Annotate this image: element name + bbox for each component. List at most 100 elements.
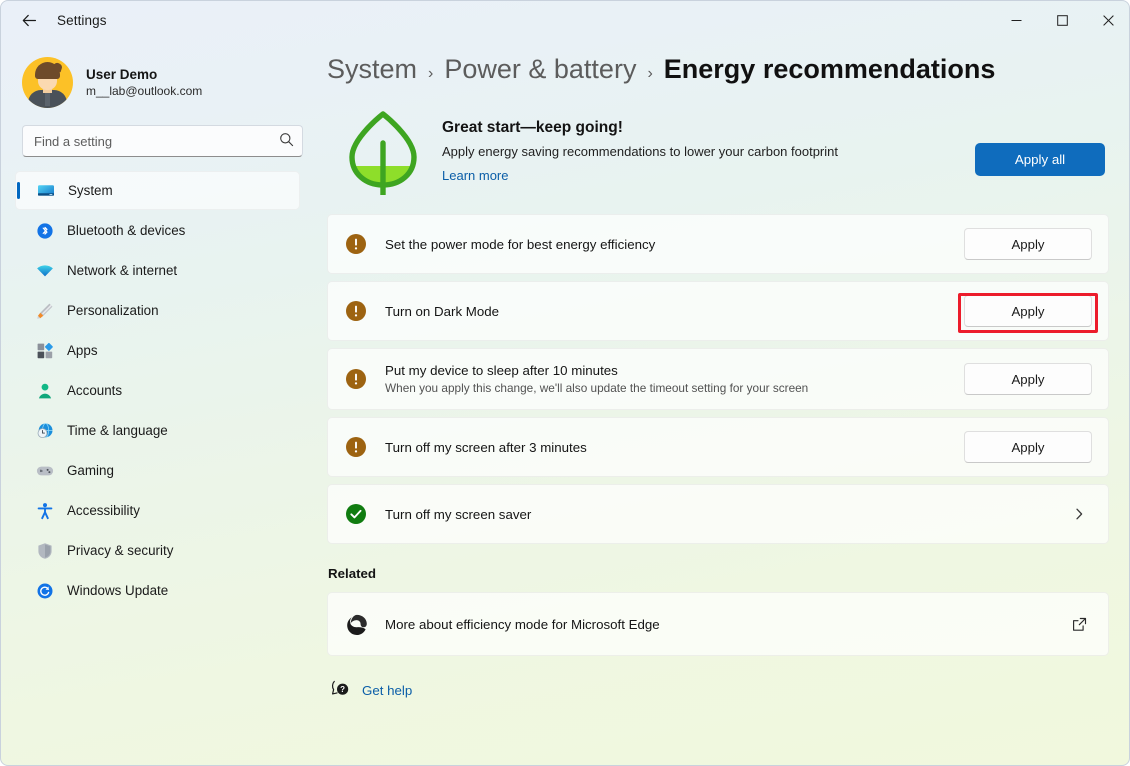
sidebar-nav: System Bluetooth & devices Network & int…: [15, 171, 300, 610]
clock-globe-icon: [35, 421, 54, 440]
learn-more-link[interactable]: Learn more: [442, 168, 508, 183]
minimize-icon: [1011, 19, 1021, 21]
warning-exclamation-icon: [345, 368, 367, 390]
sidebar-item-bluetooth-devices[interactable]: Bluetooth & devices: [15, 211, 300, 250]
monitor-icon: [36, 181, 55, 200]
recommendation-row: Set the power mode for best energy effic…: [327, 214, 1109, 274]
sidebar-item-apps[interactable]: Apps: [15, 331, 300, 370]
gamepad-icon: [35, 461, 54, 480]
hero-text: Great start—keep going! Apply energy sav…: [427, 106, 975, 185]
recommendation-title: Turn on Dark Mode: [385, 303, 500, 319]
recommendation-title: Put my device to sleep after 10 minutes: [385, 363, 618, 378]
search-container: [22, 125, 303, 157]
sidebar-item-label: Personalization: [67, 303, 159, 318]
sidebar-item-label: Bluetooth & devices: [67, 223, 186, 238]
sidebar-item-label: Gaming: [67, 463, 114, 478]
sidebar-item-system[interactable]: System: [15, 171, 300, 210]
apply-button[interactable]: Apply: [964, 363, 1092, 395]
back-arrow-icon: [22, 14, 36, 26]
recommendation-body: Turn off my screen saver: [367, 507, 1066, 522]
sidebar: User Demo m__lab@outlook.com Find a sett…: [1, 39, 314, 765]
sidebar-item-label: Accounts: [67, 383, 123, 398]
recommendation-body: Turn on Dark Mode: [367, 304, 964, 319]
recommendation-body: Set the power mode for best energy effic…: [367, 237, 964, 252]
energy-hero: Great start—keep going! Apply energy sav…: [327, 101, 1109, 212]
apply-button[interactable]: Apply: [964, 431, 1092, 463]
external-link-icon: [1066, 611, 1092, 637]
person-icon: [35, 381, 54, 400]
hero-subtitle: Apply energy saving recommendations to l…: [442, 144, 838, 159]
breadcrumb-power-battery[interactable]: Power & battery: [444, 54, 636, 85]
sidebar-item-label: Privacy & security: [67, 543, 174, 558]
breadcrumb: System › Power & battery › Energy recomm…: [327, 39, 1109, 101]
main-content: System › Power & battery › Energy recomm…: [314, 39, 1129, 765]
bluetooth-icon: [35, 221, 54, 240]
apps-grid-icon: [35, 341, 54, 360]
sidebar-item-windows-update[interactable]: Windows Update: [15, 571, 300, 610]
recommendations-list: Set the power mode for best energy effic…: [327, 214, 1109, 544]
related-heading: Related: [328, 566, 377, 581]
sidebar-item-accounts[interactable]: Accounts: [15, 371, 300, 410]
recommendation-description: When you apply this change, we'll also u…: [385, 381, 809, 395]
warning-exclamation-icon: [345, 436, 367, 458]
chevron-right-icon: ›: [428, 65, 434, 82]
window-title: Settings: [57, 12, 107, 28]
shield-icon: [35, 541, 54, 560]
get-help-link[interactable]: ? Get help: [331, 678, 412, 702]
maximize-button[interactable]: [1039, 1, 1085, 39]
update-refresh-icon: [35, 581, 54, 600]
recommendation-title: Set the power mode for best energy effic…: [385, 236, 656, 252]
sidebar-item-label: Windows Update: [67, 583, 169, 598]
window-controls: [993, 1, 1129, 39]
recommendation-row: Turn off my screen after 3 minutes Apply: [327, 417, 1109, 477]
back-button[interactable]: [11, 5, 47, 35]
recommendation-title: Turn off my screen after 3 minutes: [385, 439, 587, 455]
check-circle-icon: [345, 503, 367, 525]
get-help-label: Get help: [362, 682, 413, 698]
related-item-edge-efficiency[interactable]: More about efficiency mode for Microsoft…: [327, 592, 1109, 656]
warning-exclamation-icon: [345, 233, 367, 255]
recommendation-title: Turn off my screen saver: [385, 506, 532, 522]
maximize-icon: [1056, 14, 1068, 26]
sidebar-item-personalization[interactable]: Personalization: [15, 291, 300, 330]
sidebar-item-accessibility[interactable]: Accessibility: [15, 491, 300, 530]
user-profile[interactable]: User Demo m__lab@outlook.com: [15, 39, 300, 113]
sidebar-item-time-language[interactable]: Time & language: [15, 411, 300, 450]
recommendation-row-completed[interactable]: Turn off my screen saver: [327, 484, 1109, 544]
leaf-icon: [339, 106, 427, 198]
apply-button[interactable]: Apply: [964, 228, 1092, 260]
close-button[interactable]: [1085, 1, 1129, 39]
sidebar-item-label: Time & language: [67, 423, 168, 438]
avatar: [22, 56, 73, 108]
hero-title: Great start—keep going!: [442, 119, 623, 136]
breadcrumb-system[interactable]: System: [327, 54, 417, 85]
related-item-label: More about efficiency mode for Microsoft…: [385, 616, 660, 632]
sidebar-item-label: Network & internet: [67, 263, 178, 278]
profile-meta: User Demo m__lab@outlook.com: [86, 67, 202, 98]
help-question-icon: ?: [331, 678, 350, 702]
sidebar-item-label: System: [68, 183, 113, 198]
svg-text:?: ?: [340, 685, 345, 694]
sidebar-item-privacy-security[interactable]: Privacy & security: [15, 531, 300, 570]
recommendation-body: Put my device to sleep after 10 minutes …: [367, 363, 964, 395]
apply-all-button[interactable]: Apply all: [975, 142, 1105, 176]
sidebar-item-network-internet[interactable]: Network & internet: [15, 251, 300, 290]
page-title: Energy recommendations: [663, 54, 996, 84]
wifi-icon: [35, 261, 54, 280]
search-input[interactable]: [22, 125, 303, 157]
recommendation-row: Put my device to sleep after 10 minutes …: [327, 348, 1109, 410]
chevron-right-icon: ›: [647, 65, 653, 82]
paintbrush-icon: [35, 301, 54, 320]
edge-icon: [345, 613, 367, 635]
apply-button-dark-mode[interactable]: Apply: [964, 295, 1092, 327]
warning-exclamation-icon: [345, 300, 367, 322]
sidebar-item-gaming[interactable]: Gaming: [15, 451, 300, 490]
close-icon: [1102, 14, 1114, 26]
minimize-button[interactable]: [993, 1, 1039, 39]
settings-window: Settings User Demo m__lab@outlook.com Fi…: [0, 0, 1130, 766]
profile-email: m__lab@outlook.com: [86, 83, 203, 98]
sidebar-item-label: Apps: [67, 343, 98, 358]
accessibility-icon: [35, 501, 54, 520]
recommendation-body: Turn off my screen after 3 minutes: [367, 440, 964, 455]
chevron-right-icon[interactable]: [1066, 501, 1092, 527]
